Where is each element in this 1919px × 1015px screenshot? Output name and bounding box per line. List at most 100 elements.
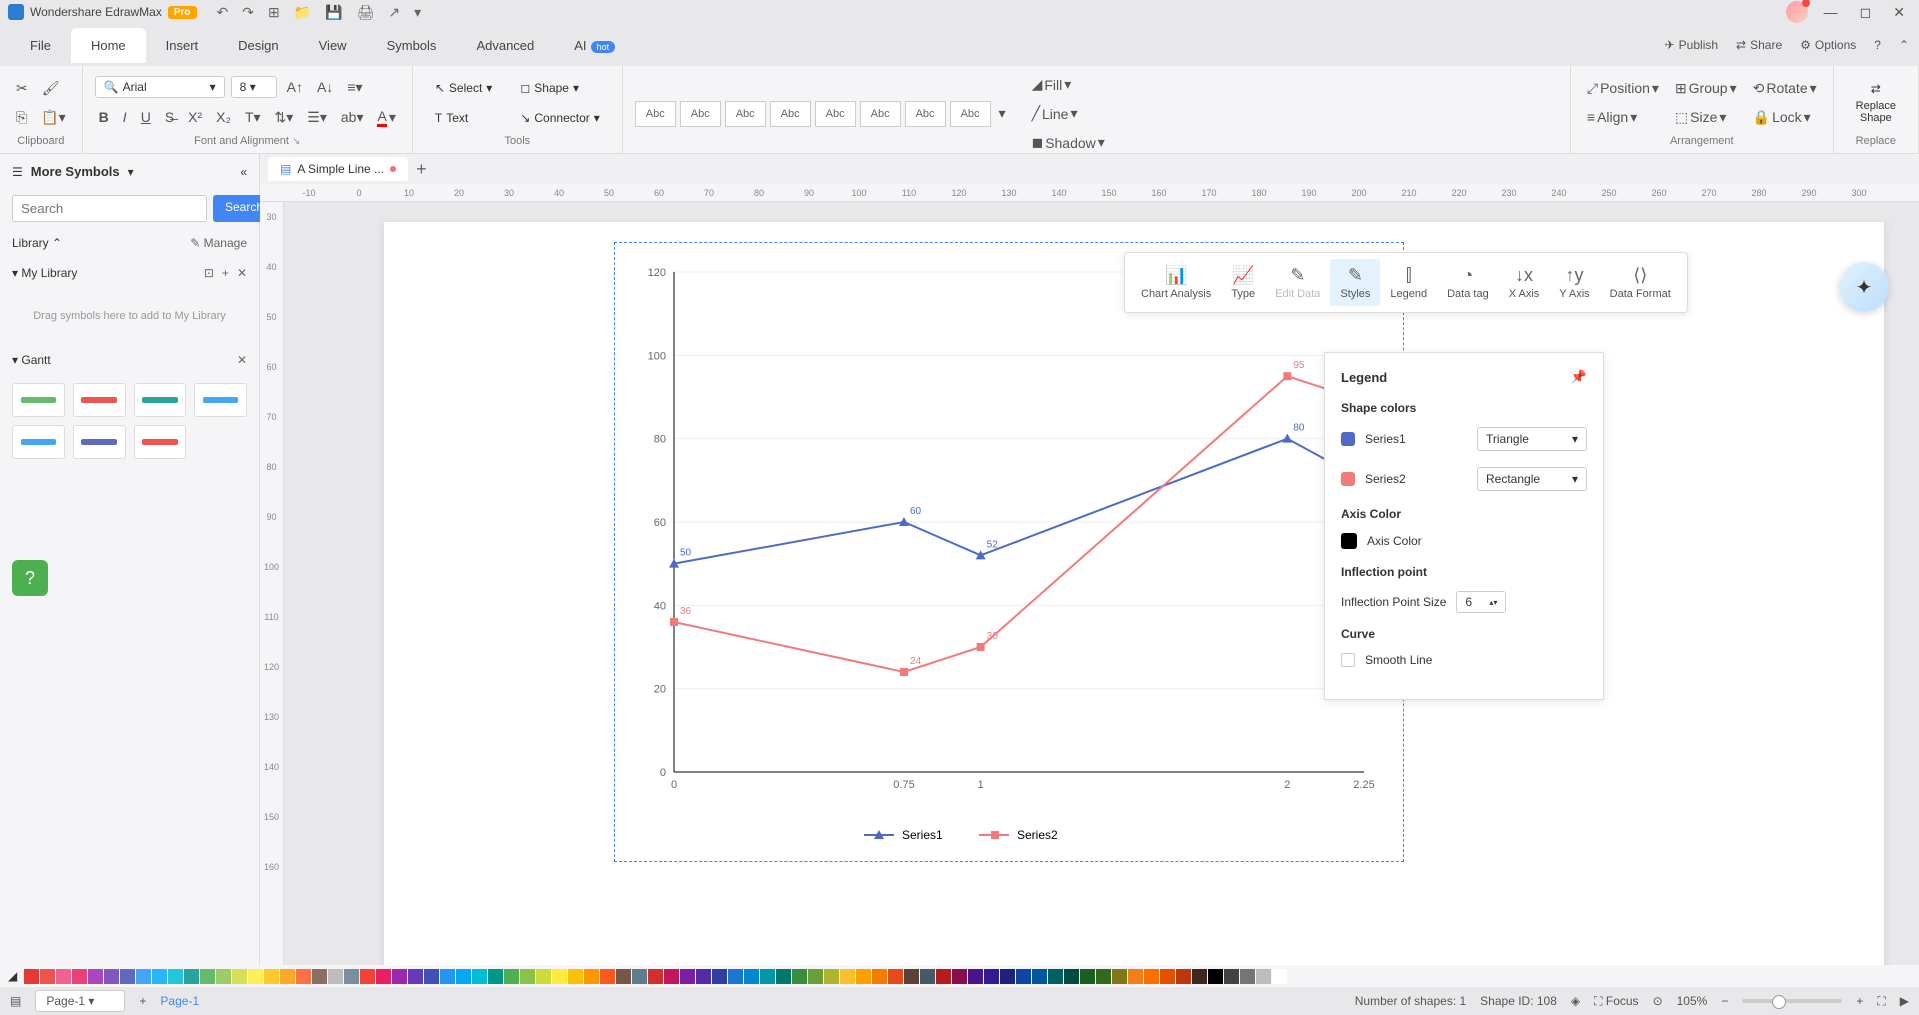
- style-preset[interactable]: Abc: [725, 101, 766, 127]
- panel-menu-icon[interactable]: ☰: [12, 165, 23, 179]
- color-swatch[interactable]: [984, 969, 999, 984]
- paste-icon[interactable]: 📋▾: [37, 105, 69, 130]
- group-button[interactable]: ⊞ Group▾: [1671, 76, 1741, 101]
- color-swatch[interactable]: [968, 969, 983, 984]
- menu-ai[interactable]: AIhot: [554, 28, 635, 63]
- connector-tool[interactable]: ↘ Connector ▾: [510, 105, 609, 131]
- color-swatch[interactable]: [184, 969, 199, 984]
- color-swatch[interactable]: [760, 969, 775, 984]
- color-swatch[interactable]: [248, 969, 263, 984]
- collapse-panel-icon[interactable]: «: [240, 165, 247, 179]
- menu-symbols[interactable]: Symbols: [367, 28, 457, 63]
- color-swatch[interactable]: [1048, 969, 1063, 984]
- highlight-icon[interactable]: ab▾: [337, 105, 368, 130]
- smooth-line-checkbox[interactable]: [1341, 653, 1355, 667]
- focus-button[interactable]: ⛶ Focus: [1594, 994, 1638, 1009]
- chart-type-button[interactable]: 📈Type: [1221, 259, 1265, 306]
- color-swatch[interactable]: [936, 969, 951, 984]
- lock-button[interactable]: 🔒 Lock▾: [1749, 105, 1821, 130]
- strike-icon[interactable]: S̶: [161, 105, 178, 129]
- chart-legend-button[interactable]: ⫿Legend: [1380, 259, 1437, 306]
- help-icon[interactable]: ?: [1874, 38, 1881, 52]
- bullets-icon[interactable]: ☰▾: [303, 105, 331, 130]
- mylib-section[interactable]: ▾ My Library: [12, 266, 77, 280]
- zoom-in-icon[interactable]: +: [1856, 994, 1863, 1008]
- manage-button[interactable]: ✎ Manage: [190, 236, 247, 250]
- color-swatch[interactable]: [1064, 969, 1079, 984]
- search-input[interactable]: [12, 195, 207, 222]
- inflection-size-input[interactable]: 6▴▾: [1456, 591, 1506, 613]
- color-swatch[interactable]: [808, 969, 823, 984]
- page-tab[interactable]: Page-1: [160, 994, 199, 1008]
- color-swatch[interactable]: [616, 969, 631, 984]
- color-swatch[interactable]: [360, 969, 375, 984]
- redo-icon[interactable]: ↷: [242, 4, 254, 21]
- color-swatch[interactable]: [296, 969, 311, 984]
- gantt-thumb[interactable]: [134, 383, 187, 417]
- color-swatch[interactable]: [1192, 969, 1207, 984]
- series1-color-swatch[interactable]: [1341, 432, 1355, 446]
- lib-close-icon[interactable]: ✕: [237, 266, 247, 280]
- color-swatch[interactable]: [1272, 969, 1287, 984]
- undo-icon[interactable]: ↶: [217, 4, 229, 21]
- color-swatch[interactable]: [664, 969, 679, 984]
- rotate-button[interactable]: ⟲ Rotate▾: [1749, 76, 1821, 101]
- color-swatch[interactable]: [1112, 969, 1127, 984]
- size-button[interactable]: ⬚ Size▾: [1671, 105, 1741, 130]
- color-swatch[interactable]: [152, 969, 167, 984]
- color-swatch[interactable]: [1224, 969, 1239, 984]
- color-swatch[interactable]: [168, 969, 183, 984]
- color-swatch[interactable]: [440, 969, 455, 984]
- pin-icon[interactable]: 📌: [1571, 369, 1587, 385]
- lib-expand-icon[interactable]: ⊡: [204, 266, 214, 280]
- fullscreen-icon[interactable]: ⛶: [1877, 994, 1885, 1009]
- pages-icon[interactable]: ▤: [10, 994, 21, 1008]
- align-button[interactable]: ≡ Align▾: [1583, 105, 1663, 130]
- color-swatch[interactable]: [520, 969, 535, 984]
- color-swatch[interactable]: [1240, 969, 1255, 984]
- series2-shape-select[interactable]: Rectangle▾: [1477, 467, 1587, 491]
- color-swatch[interactable]: [1176, 969, 1191, 984]
- maximize-icon[interactable]: ◻: [1854, 4, 1878, 21]
- case-icon[interactable]: T▾: [241, 105, 265, 130]
- menu-file[interactable]: File: [10, 28, 71, 63]
- zoom-level[interactable]: 105%: [1677, 994, 1708, 1008]
- color-swatch[interactable]: [88, 969, 103, 984]
- style-preset[interactable]: Abc: [815, 101, 856, 127]
- color-swatch[interactable]: [216, 969, 231, 984]
- color-swatch[interactable]: [856, 969, 871, 984]
- menu-advanced[interactable]: Advanced: [456, 28, 554, 63]
- gantt-thumb[interactable]: [12, 425, 65, 459]
- collapse-ribbon-icon[interactable]: ⌃: [1899, 38, 1909, 52]
- color-swatch[interactable]: [728, 969, 743, 984]
- color-swatch[interactable]: [696, 969, 711, 984]
- cut-icon[interactable]: ✂: [12, 76, 32, 101]
- avatar[interactable]: [1786, 1, 1808, 23]
- color-swatch[interactable]: [408, 969, 423, 984]
- color-swatch[interactable]: [232, 969, 247, 984]
- new-icon[interactable]: ⊞: [268, 4, 280, 21]
- underline-icon[interactable]: U: [137, 105, 155, 129]
- color-swatch[interactable]: [40, 969, 55, 984]
- select-tool[interactable]: ↖ Select ▾: [425, 75, 502, 101]
- line-spacing-icon[interactable]: ⇅▾: [271, 105, 298, 130]
- publish-button[interactable]: ✈ Publish: [1665, 38, 1718, 52]
- color-swatch[interactable]: [904, 969, 919, 984]
- shape-tool[interactable]: ◻ Shape ▾: [510, 75, 609, 101]
- style-preset[interactable]: Abc: [635, 101, 676, 127]
- color-swatch[interactable]: [568, 969, 583, 984]
- color-swatch[interactable]: [424, 969, 439, 984]
- color-swatch[interactable]: [488, 969, 503, 984]
- options-button[interactable]: ⚙ Options: [1800, 38, 1856, 52]
- style-preset[interactable]: Abc: [905, 101, 946, 127]
- gantt-thumb[interactable]: [134, 425, 187, 459]
- font-launcher-icon[interactable]: ↘: [292, 136, 300, 147]
- color-swatch[interactable]: [312, 969, 327, 984]
- menu-view[interactable]: View: [299, 28, 367, 63]
- color-swatch[interactable]: [744, 969, 759, 984]
- color-swatch[interactable]: [56, 969, 71, 984]
- color-swatch[interactable]: [72, 969, 87, 984]
- fill-button[interactable]: ◢ Fill ▾: [1028, 72, 1109, 97]
- x-axis-button[interactable]: ↓xX Axis: [1499, 259, 1550, 306]
- open-icon[interactable]: 📁: [294, 4, 311, 21]
